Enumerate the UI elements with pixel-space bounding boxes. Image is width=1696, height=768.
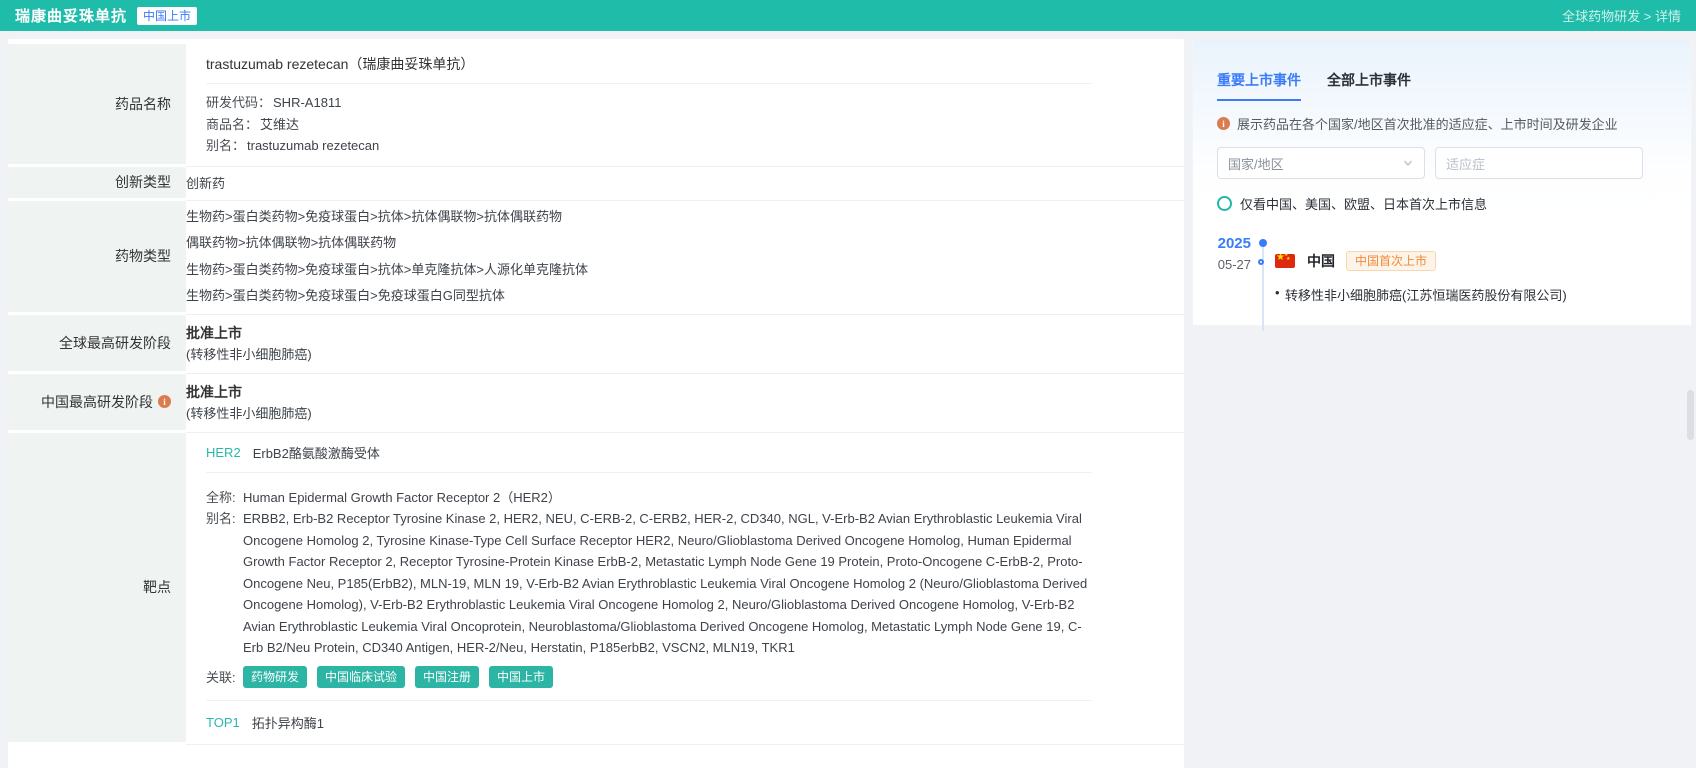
china-stage-value: 批准上市 [186,381,1184,403]
timeline-axis [1251,235,1275,304]
row-label-drug-name: 药品名称 [8,44,186,167]
innovation-type-value: 创新药 [186,167,1184,201]
market-events-panel: 重要上市事件 全部上市事件 i 展示药品在各个国家/地区首次批准的适应症、上市时… [1192,39,1692,326]
page-scrollbar[interactable] [1687,390,1694,440]
row-label-global-stage: 全球最高研发阶段 [8,315,186,374]
indication-item: 转移性非小细胞肺癌(江苏恒瑞医药股份有限公司) [1275,285,1667,304]
tab-key-market-events[interactable]: 重要上市事件 [1217,70,1301,101]
row-label-china-stage: 中国最高研发阶段 i [8,374,186,433]
table-row-drug-name: 药品名称 trastuzumab rezetecan（瑞康曲妥珠单抗） 研发代码… [8,44,1184,167]
timeline-year-dot [1259,239,1267,247]
table-row-target: 靶点 HER2 ErbB2酪氨酸激酶受体 全称: Human Epidermal… [8,433,1184,745]
target-aliases-value: ERBB2, Erb-B2 Receptor Tyrosine Kinase 2… [243,508,1092,659]
target-content: HER2 ErbB2酪氨酸激酶受体 全称: Human Epidermal Gr… [186,433,1184,745]
breadcrumb[interactable]: 全球药物研发 > 详情 [1562,6,1681,25]
global-stage-value: 批准上市 [186,322,1184,344]
drug-type-line: 生物药>蛋白类药物>免疫球蛋白>抗体>单克隆抗体>人源化单克隆抗体 [186,257,1184,284]
target-her2-name: ErbB2酪氨酸激酶受体 [253,443,380,462]
timeline-event-header: ★★★ 中国 中国首次上市 [1275,251,1667,271]
timeline-year: 2025 [1217,235,1251,253]
row-label-innovation-type: 创新类型 [8,167,186,201]
timeline-event: ★★★ 中国 中国首次上市 转移性非小细胞肺癌(江苏恒瑞医药股份有限公司) [1275,235,1667,304]
timeline-event-dot [1258,259,1264,265]
app-header: 瑞康曲妥珠单抗 中国上市 全球药物研发 > 详情 [0,0,1696,31]
indication-select[interactable]: 适应症 [1435,147,1643,179]
first-launch-filter-label: 仅看中国、美国、欧盟、日本首次上市信息 [1240,194,1487,213]
drug-code-field: 研发代码：SHR-A1811 [206,92,1092,114]
brand-name-label: 商品名： [206,117,258,132]
first-launch-filter[interactable]: 仅看中国、美国、欧盟、日本首次上市信息 [1217,194,1667,213]
target-her2-details: 全称: Human Epidermal Growth Factor Recept… [206,473,1092,701]
drug-code-label: 研发代码： [206,95,271,110]
china-stage-info-icon[interactable]: i [158,395,171,408]
drug-type-line: 生物药>蛋白类药物>免疫球蛋白>抗体>抗体偶联物>抗体偶联药物 [186,204,1184,231]
target-her2-link[interactable]: HER2 [206,445,241,460]
indication-placeholder: 适应症 [1446,154,1632,173]
relation-tag-drug-rd[interactable]: 药物研发 [243,666,307,688]
brand-name-value: 艾维达 [260,117,299,132]
row-label-target: 靶点 [8,433,186,745]
drug-info-card: 药品名称 trastuzumab rezetecan（瑞康曲妥珠单抗） 研发代码… [8,39,1184,768]
alias-label: 别名： [206,138,245,153]
market-status-badge: 中国上市 [137,7,197,25]
drug-code-value: SHR-A1811 [273,95,341,110]
china-stage-label-text: 中国最高研发阶段 [41,392,153,412]
timeline-line [1262,243,1264,331]
target-aliases-row: 别名: ERBB2, Erb-B2 Receptor Tyrosine Kina… [206,508,1092,659]
row-content-drug-name: trastuzumab rezetecan（瑞康曲妥珠单抗） 研发代码：SHR-… [186,44,1184,167]
timeline-date: 05-27 [1217,256,1251,274]
brand-name-field: 商品名：艾维达 [206,114,1092,136]
page-title: 瑞康曲妥珠单抗 [15,5,127,26]
tab-all-market-events[interactable]: 全部上市事件 [1327,70,1411,101]
target-fullname-label: 全称: [206,487,243,509]
drug-type-lines: 生物药>蛋白类药物>免疫球蛋白>抗体>抗体偶联物>抗体偶联药物 偶联药物>抗体偶… [186,201,1184,315]
target-top1-header: TOP1 拓扑异构酶1 [206,701,1092,744]
target-relations-row: 关联: 药物研发 中国临床试验 中国注册 中国上市 [206,666,1092,688]
relation-tag-cn-registration[interactable]: 中国注册 [415,666,479,688]
target-top1-name: 拓扑异构酶1 [252,713,324,732]
events-timeline: 2025 05-27 ★★★ 中国 中国首次上市 转移性非小细胞肺癌(江苏恒瑞医… [1217,235,1667,304]
drug-display-name: trastuzumab rezetecan（瑞康曲妥珠单抗） [206,44,1092,84]
target-fullname-row: 全称: Human Epidermal Growth Factor Recept… [206,487,1092,509]
panel-note: i 展示药品在各个国家/地区首次批准的适应症、上市时间及研发企业 [1217,114,1667,133]
china-stage-content: 批准上市 (转移性非小细胞肺癌) [186,374,1184,433]
relation-tag-cn-clinical[interactable]: 中国临床试验 [317,666,405,688]
target-aliases-label: 别名: [206,508,243,659]
timeline-dates: 2025 05-27 [1217,235,1251,304]
country-region-select[interactable]: 国家/地区 [1217,147,1425,179]
china-flag-icon: ★★★ [1275,254,1295,268]
table-row-global-stage: 全球最高研发阶段 批准上市 (转移性非小细胞肺癌) [8,315,1184,374]
chevron-down-icon [1402,157,1414,169]
china-stage-indication: (转移性非小细胞肺癌) [186,403,1184,424]
event-country: 中国 [1307,251,1335,271]
country-region-placeholder: 国家/地区 [1228,154,1402,173]
table-row-innovation-type: 创新类型 创新药 [8,167,1184,201]
alias-value: trastuzumab rezetecan [247,138,379,153]
target-relations-label: 关联: [206,667,243,686]
event-filters: 国家/地区 适应症 [1217,147,1667,179]
first-launch-badge: 中国首次上市 [1346,251,1436,271]
relation-tag-cn-market[interactable]: 中国上市 [489,666,553,688]
global-stage-content: 批准上市 (转移性非小细胞肺癌) [186,315,1184,374]
target-top1-link[interactable]: TOP1 [206,715,240,730]
global-stage-indication: (转移性非小细胞肺癌) [186,344,1184,365]
drug-type-line: 偶联药物>抗体偶联物>抗体偶联药物 [186,230,1184,257]
alias-field: 别名：trastuzumab rezetecan [206,135,1092,157]
target-her2-header: HER2 ErbB2酪氨酸激酶受体 [206,433,1092,473]
note-text: 展示药品在各个国家/地区首次批准的适应症、上市时间及研发企业 [1237,114,1618,133]
target-fullname-value: Human Epidermal Growth Factor Receptor 2… [243,487,1092,509]
table-row-china-stage: 中国最高研发阶段 i 批准上市 (转移性非小细胞肺癌) [8,374,1184,433]
table-row-drug-type: 药物类型 生物药>蛋白类药物>免疫球蛋白>抗体>抗体偶联物>抗体偶联药物 偶联药… [8,201,1184,315]
events-tabs: 重要上市事件 全部上市事件 [1217,70,1667,101]
drug-type-line: 生物药>蛋白类药物>免疫球蛋白>免疫球蛋白G同型抗体 [186,283,1184,310]
page-body: 药品名称 trastuzumab rezetecan（瑞康曲妥珠单抗） 研发代码… [0,31,1696,768]
radio-icon[interactable] [1217,196,1232,211]
row-label-drug-type: 药物类型 [8,201,186,315]
note-info-icon: i [1217,117,1230,130]
drug-name-details: 研发代码：SHR-A1811 商品名：艾维达 别名：trastuzumab re… [206,84,1092,166]
